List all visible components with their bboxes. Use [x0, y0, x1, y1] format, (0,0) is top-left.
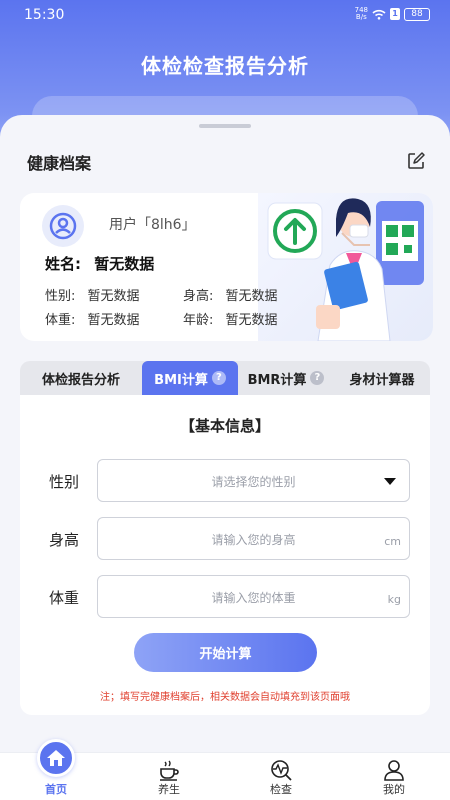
- form-heading: 【基本信息】: [179, 417, 270, 435]
- drag-handle[interactable]: [199, 124, 251, 128]
- height-label: 身高:: [183, 289, 214, 304]
- nav-home[interactable]: 首页: [21, 739, 91, 800]
- checkup-icon: [271, 760, 292, 781]
- tab-body-calculator[interactable]: 身材计算器: [334, 361, 430, 395]
- status-time: 15:30: [24, 7, 65, 23]
- user-id-label: 用户「8lh6」: [109, 217, 196, 233]
- height-field-label: 身高: [49, 531, 80, 549]
- weight-value: 暂无数据: [87, 313, 140, 328]
- weight-field-label: 体重: [49, 589, 80, 607]
- height-input[interactable]: 请输入您的身高 cm: [97, 517, 410, 560]
- name-value: 暂无数据: [94, 255, 155, 273]
- nav-label: 养生: [158, 783, 180, 796]
- page-title: 体检检查报告分析: [141, 54, 309, 78]
- weight-row: 体重: 暂无数据: [45, 309, 140, 328]
- tab-report-analysis[interactable]: 体检报告分析: [20, 361, 142, 395]
- edit-icon[interactable]: [406, 151, 426, 171]
- tab-label: BMI计算: [154, 372, 208, 388]
- health-file-title: 健康档案: [27, 154, 92, 173]
- user-avatar-icon: [49, 212, 77, 240]
- weight-placeholder: 请输入您的体重: [211, 591, 296, 605]
- home-icon: [37, 739, 75, 777]
- age-value: 暂无数据: [225, 313, 278, 328]
- dropdown-caret-icon: [384, 478, 396, 485]
- bmi-form: 【基本信息】 性别 请选择您的性别 身高 请输入您的身高 cm 体重 请输入您的…: [20, 395, 430, 715]
- content-sheet: 健康档案 用户「8lh6」 姓名: 暂无数据 性别: 暂无数据 身高: 暂无数据…: [0, 115, 450, 755]
- gender-label: 性别:: [45, 289, 76, 304]
- height-unit: cm: [384, 535, 401, 548]
- gender-value: 暂无数据: [87, 289, 140, 304]
- height-value: 暂无数据: [225, 289, 278, 304]
- gender-row: 性别: 暂无数据: [45, 285, 140, 304]
- nav-label: 首页: [45, 783, 67, 796]
- nav-label: 我的: [383, 783, 405, 796]
- help-icon[interactable]: ?: [211, 371, 226, 385]
- avatar[interactable]: [42, 205, 84, 247]
- height-row: 身高: 暂无数据: [183, 285, 278, 304]
- health-file-card[interactable]: 用户「8lh6」 姓名: 暂无数据 性别: 暂无数据 身高: 暂无数据 体重: …: [20, 193, 433, 341]
- network-speed: 748 B/s: [355, 7, 368, 21]
- teacup-icon: [160, 760, 179, 781]
- weight-label: 体重:: [45, 313, 76, 328]
- nav-checkup[interactable]: 检查: [246, 753, 316, 800]
- gender-placeholder: 请选择您的性别: [211, 475, 296, 489]
- sim-icon: 1: [390, 8, 400, 20]
- bottom-navigation: 首页 养生 检查 我的: [0, 739, 450, 800]
- tab-bmr[interactable]: BMR计算 ?: [238, 361, 334, 395]
- nav-wellness[interactable]: 养生: [134, 753, 204, 800]
- doctor-illustration: [267, 198, 424, 341]
- weight-input[interactable]: 请输入您的体重 kg: [97, 575, 410, 618]
- age-label: 年龄:: [183, 313, 214, 328]
- age-row: 年龄: 暂无数据: [183, 309, 278, 328]
- battery-icon: 88: [404, 7, 430, 21]
- status-indicators: 748 B/s 1 88: [355, 7, 430, 21]
- height-placeholder: 请输入您的身高: [211, 533, 296, 547]
- name-row: 姓名: 暂无数据: [45, 253, 154, 274]
- tab-label: BMR计算: [247, 372, 307, 388]
- name-label: 姓名:: [45, 255, 81, 273]
- person-icon: [384, 760, 404, 781]
- wifi-icon: [372, 9, 386, 20]
- network-speed-unit: B/s: [355, 13, 367, 21]
- tab-label: 身材计算器: [349, 372, 415, 388]
- nav-label: 检查: [270, 783, 292, 796]
- weight-unit: kg: [387, 593, 401, 606]
- status-bar: 15:30 748 B/s 1 88: [0, 0, 450, 30]
- nav-profile[interactable]: 我的: [359, 753, 429, 800]
- autofill-note: 注；填写完健康档案后，相关数据会自动填充到该页面哦: [100, 692, 350, 703]
- tab-bmi[interactable]: BMI计算 ?: [142, 361, 238, 395]
- calculator-tabs: 体检报告分析 BMI计算 ? BMR计算 ? 身材计算器: [20, 361, 430, 395]
- tab-label: 体检报告分析: [41, 372, 120, 388]
- gender-select[interactable]: 请选择您的性别: [97, 459, 410, 502]
- start-calculation-button[interactable]: 开始计算: [134, 633, 317, 672]
- gender-field-label: 性别: [49, 473, 80, 491]
- help-icon[interactable]: ?: [310, 371, 325, 385]
